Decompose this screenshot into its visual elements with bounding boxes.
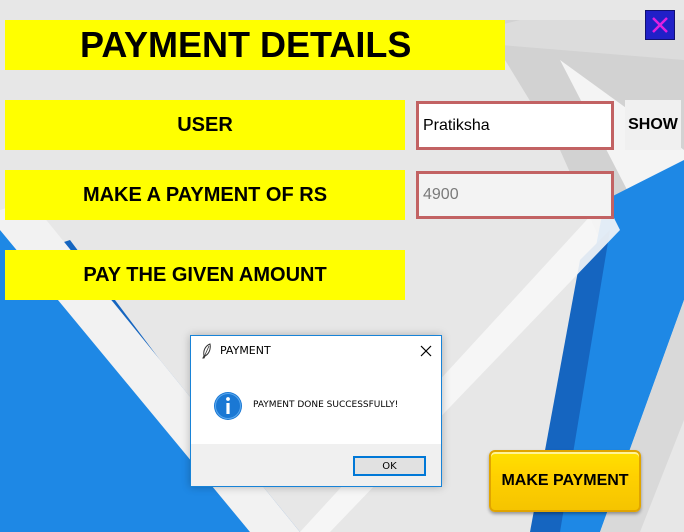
show-button[interactable]: SHOW bbox=[625, 100, 681, 150]
close-icon bbox=[652, 17, 668, 33]
user-label: USER bbox=[5, 100, 405, 150]
dialog-titlebar[interactable]: PAYMENT bbox=[191, 336, 441, 366]
dialog-title: PAYMENT bbox=[220, 344, 271, 357]
info-icon bbox=[214, 392, 242, 420]
amount-label: MAKE A PAYMENT OF RS bbox=[5, 170, 405, 220]
make-payment-button[interactable]: MAKE PAYMENT bbox=[489, 450, 641, 512]
dialog-footer: OK bbox=[191, 444, 441, 486]
ok-button[interactable]: OK bbox=[353, 456, 426, 476]
pay-amount-label: PAY THE GIVEN AMOUNT bbox=[5, 250, 405, 300]
payment-window: PAYMENT DETAILS USER SHOW MAKE A PAYMENT… bbox=[0, 0, 684, 532]
amount-input[interactable] bbox=[416, 171, 614, 219]
dialog-message: PAYMENT DONE SUCCESSFULLY! bbox=[253, 400, 399, 410]
close-window-button[interactable] bbox=[645, 10, 675, 40]
page-title: PAYMENT DETAILS bbox=[5, 20, 505, 70]
payment-dialog: PAYMENT PAYMENT DONE SUCCESSFULLY! OK bbox=[190, 335, 442, 487]
feather-icon bbox=[202, 343, 211, 359]
dialog-body: PAYMENT DONE SUCCESSFULLY! bbox=[191, 366, 441, 444]
close-icon[interactable] bbox=[419, 344, 433, 358]
user-input[interactable] bbox=[416, 101, 614, 150]
